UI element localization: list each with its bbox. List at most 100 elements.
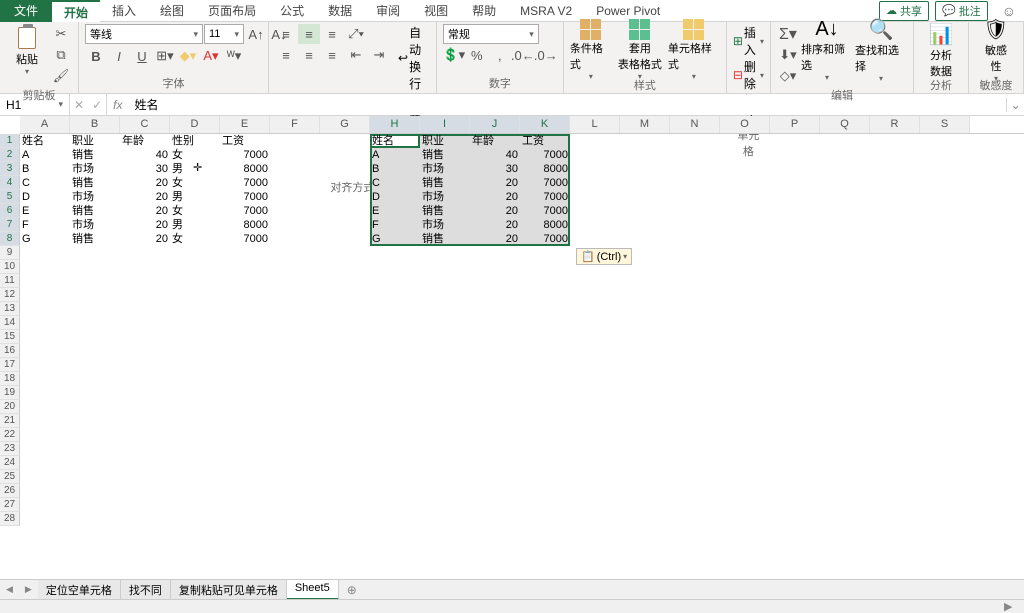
col-header-O[interactable]: O	[720, 116, 770, 133]
cell[interactable]: E	[20, 204, 70, 218]
cell[interactable]: B	[370, 162, 420, 176]
cell[interactable]: 30	[470, 162, 520, 176]
cell[interactable]: F	[370, 218, 420, 232]
sheet-nav-next-icon[interactable]: ▶	[19, 584, 38, 595]
row-header-8[interactable]: 8	[0, 232, 20, 246]
cell[interactable]: 年龄	[120, 134, 170, 148]
sheet-tab[interactable]: 复制粘贴可见单元格	[171, 580, 287, 600]
cell[interactable]: 男	[170, 218, 220, 232]
cell[interactable]: D	[370, 190, 420, 204]
cell[interactable]: 工资	[520, 134, 570, 148]
row-header-14[interactable]: 14	[0, 316, 20, 330]
cell[interactable]: 销售	[70, 176, 120, 190]
cell[interactable]: 7000	[220, 232, 270, 246]
cell[interactable]: 8000	[520, 162, 570, 176]
col-header-H[interactable]: H	[370, 116, 420, 133]
font-size-combo[interactable]: 11▾	[204, 24, 244, 44]
cell[interactable]: 市场	[70, 162, 120, 176]
comma-button[interactable]: ,	[489, 45, 511, 65]
row-header-19[interactable]: 19	[0, 386, 20, 400]
cell[interactable]: 7000	[520, 176, 570, 190]
tab-insert[interactable]: 插入	[100, 0, 148, 22]
percent-button[interactable]: %	[466, 45, 488, 65]
col-header-L[interactable]: L	[570, 116, 620, 133]
confirm-edit-icon[interactable]: ✓	[92, 98, 102, 112]
underline-button[interactable]: U	[131, 46, 153, 66]
cell[interactable]: 7000	[520, 204, 570, 218]
col-header-E[interactable]: E	[220, 116, 270, 133]
row-header-7[interactable]: 7	[0, 218, 20, 232]
cell[interactable]: 30	[120, 162, 170, 176]
cell[interactable]: B	[20, 162, 70, 176]
cell[interactable]: 市场	[420, 162, 470, 176]
col-header-D[interactable]: D	[170, 116, 220, 133]
cell[interactable]: 市场	[420, 190, 470, 204]
paste-options-button[interactable]: 📋 (Ctrl) ▾	[576, 248, 632, 265]
cut-button[interactable]: ✂	[50, 24, 72, 44]
col-header-Q[interactable]: Q	[820, 116, 870, 133]
cell[interactable]: 女	[170, 204, 220, 218]
row-header-11[interactable]: 11	[0, 274, 20, 288]
cell[interactable]: 7000	[520, 190, 570, 204]
wrap-text-button[interactable]: ↩自动换行	[398, 24, 430, 92]
sheet-nav-prev-icon[interactable]: ◀	[0, 584, 19, 595]
row-header-23[interactable]: 23	[0, 442, 20, 456]
col-header-F[interactable]: F	[270, 116, 320, 133]
add-sheet-button[interactable]: ⊕	[339, 583, 365, 597]
format-painter-button[interactable]: 🖌	[50, 66, 72, 86]
align-top-icon[interactable]: ≡	[275, 24, 297, 44]
cell[interactable]: 男	[170, 162, 220, 176]
cell[interactable]: 姓名	[20, 134, 70, 148]
cell[interactable]: 工资	[220, 134, 270, 148]
font-family-combo[interactable]: 等线▾	[85, 24, 203, 44]
align-right-icon[interactable]: ≡	[321, 45, 343, 65]
cell[interactable]: G	[20, 232, 70, 246]
row-header-3[interactable]: 3	[0, 162, 20, 176]
cell[interactable]: C	[370, 176, 420, 190]
cell[interactable]: D	[20, 190, 70, 204]
sort-filter-button[interactable]: A↓排序和筛选▾	[801, 24, 853, 76]
fx-icon[interactable]: fx	[107, 98, 128, 112]
phonetic-button[interactable]: ᵂ▾	[223, 46, 245, 66]
cell[interactable]: A	[20, 148, 70, 162]
sheet-tab[interactable]: Sheet5	[287, 580, 339, 600]
tab-file[interactable]: 文件	[0, 0, 52, 22]
cell[interactable]: 职业	[420, 134, 470, 148]
find-select-button[interactable]: 🔍查找和选择▾	[855, 24, 907, 76]
cell[interactable]: 20	[470, 190, 520, 204]
cell[interactable]: 20	[120, 176, 170, 190]
increase-indent-icon[interactable]: ⇥	[368, 45, 390, 65]
bold-button[interactable]: B	[85, 46, 107, 66]
cell[interactable]: 20	[470, 176, 520, 190]
row-header-20[interactable]: 20	[0, 400, 20, 414]
cell[interactable]: E	[370, 204, 420, 218]
row-header-21[interactable]: 21	[0, 414, 20, 428]
row-header-9[interactable]: 9	[0, 246, 20, 260]
increase-decimal-icon[interactable]: .0←	[512, 45, 534, 65]
decrease-decimal-icon[interactable]: .0→	[535, 45, 557, 65]
col-header-B[interactable]: B	[70, 116, 120, 133]
row-header-4[interactable]: 4	[0, 176, 20, 190]
col-header-G[interactable]: G	[320, 116, 370, 133]
cell[interactable]: 年龄	[470, 134, 520, 148]
increase-font-icon[interactable]: A↑	[245, 24, 267, 44]
cell[interactable]: 7000	[220, 190, 270, 204]
tab-formulas[interactable]: 公式	[268, 0, 316, 22]
cell[interactable]: 8000	[220, 162, 270, 176]
clear-button[interactable]: ◇▾	[777, 66, 799, 86]
cell[interactable]: 20	[120, 218, 170, 232]
cell[interactable]: 女	[170, 176, 220, 190]
col-header-I[interactable]: I	[420, 116, 470, 133]
italic-button[interactable]: I	[108, 46, 130, 66]
row-header-26[interactable]: 26	[0, 484, 20, 498]
cell[interactable]: 女	[170, 148, 220, 162]
paste-button[interactable]: 粘贴▾	[6, 24, 48, 76]
col-header-J[interactable]: J	[470, 116, 520, 133]
cell[interactable]: C	[20, 176, 70, 190]
delete-cells-button[interactable]: ⊟删除▾	[733, 58, 764, 92]
cell[interactable]: A	[370, 148, 420, 162]
row-header-25[interactable]: 25	[0, 470, 20, 484]
cell[interactable]: 市场	[420, 218, 470, 232]
sheet-tab[interactable]: 找不同	[121, 580, 171, 600]
analyze-data-button[interactable]: 📊分析 数据	[920, 24, 962, 76]
